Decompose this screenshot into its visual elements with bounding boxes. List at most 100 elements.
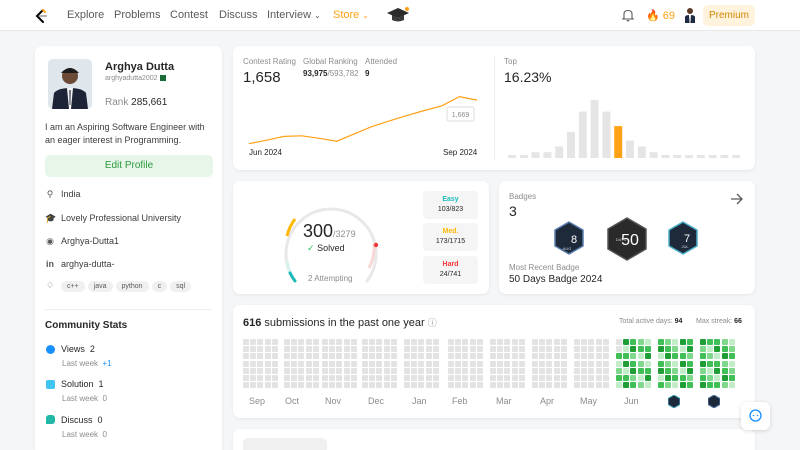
heatmap-cell[interactable] — [721, 375, 728, 381]
heatmap-cell[interactable] — [560, 375, 567, 381]
heatmap-cell[interactable] — [504, 353, 511, 360]
top-histogram[interactable] — [504, 92, 744, 160]
heatmap-cell[interactable] — [546, 360, 553, 367]
heatmap-cell[interactable] — [574, 367, 580, 374]
heatmap-cell[interactable] — [455, 353, 462, 360]
heatmap-cell[interactable] — [362, 339, 368, 345]
heatmap-cell[interactable] — [305, 346, 312, 353]
feedback-button[interactable] — [741, 402, 770, 430]
bell-icon[interactable] — [621, 8, 635, 22]
heatmap-cell[interactable] — [588, 353, 595, 360]
heatmap-cell[interactable] — [574, 339, 580, 345]
heatmap-cell[interactable] — [721, 353, 728, 360]
heatmap-cell[interactable] — [257, 346, 264, 353]
heatmap-cell[interactable] — [243, 367, 249, 374]
heatmap-cell[interactable] — [490, 367, 496, 374]
heatmap-cell[interactable] — [404, 353, 410, 360]
heatmap-cell[interactable] — [404, 346, 410, 353]
heatmap-cell[interactable] — [581, 353, 588, 360]
skill-tag[interactable]: java — [87, 281, 113, 292]
heatmap-cell[interactable] — [322, 346, 328, 353]
heatmap-cell[interactable] — [728, 367, 735, 374]
heatmap-cell[interactable] — [350, 382, 357, 389]
tab-recent-ac[interactable] — [243, 438, 327, 450]
heatmap-cell[interactable] — [376, 353, 383, 360]
heatmap-cell[interactable] — [546, 375, 553, 381]
heatmap-cell[interactable] — [243, 346, 249, 353]
heatmap-cell[interactable] — [679, 339, 686, 345]
heatmap-cell[interactable] — [462, 382, 469, 389]
heatmap-cell[interactable] — [369, 353, 376, 360]
heatmap-cell[interactable] — [511, 346, 518, 353]
heatmap-cell[interactable] — [602, 375, 609, 381]
heatmap-cell[interactable] — [511, 339, 518, 345]
heatmap-cell[interactable] — [644, 367, 651, 374]
user-avatar-icon[interactable] — [683, 7, 697, 23]
heatmap-cell[interactable] — [672, 353, 679, 360]
heatmap-cell[interactable] — [539, 339, 546, 345]
heatmap-cell[interactable] — [595, 367, 602, 374]
heatmap-cell[interactable] — [376, 367, 383, 374]
heatmap-cell[interactable] — [707, 375, 714, 381]
heatmap-cell[interactable] — [369, 339, 376, 345]
heatmap-cell[interactable] — [637, 346, 644, 353]
heatmap-cell[interactable] — [644, 339, 651, 345]
heatmap-cell[interactable] — [425, 367, 432, 374]
heatmap-cell[interactable] — [411, 353, 418, 360]
heatmap-cell[interactable] — [250, 367, 257, 374]
heatmap-cell[interactable] — [469, 375, 476, 381]
heatmap-cell[interactable] — [665, 339, 672, 345]
heatmap-cell[interactable] — [329, 339, 336, 345]
heatmap-cell[interactable] — [686, 382, 693, 389]
heatmap-cell[interactable] — [362, 375, 368, 381]
heatmap-cell[interactable] — [376, 360, 383, 367]
heatmap-cell[interactable] — [637, 375, 644, 381]
skill-tag[interactable]: c++ — [61, 281, 85, 292]
heatmap-cell[interactable] — [595, 346, 602, 353]
heatmap-cell[interactable] — [504, 346, 511, 353]
heatmap-cell[interactable] — [546, 367, 553, 374]
heatmap-cell[interactable] — [602, 353, 609, 360]
heatmap-cell[interactable] — [418, 353, 425, 360]
heatmap-cell[interactable] — [312, 367, 319, 374]
heatmap-cell[interactable] — [532, 339, 538, 345]
heatmap-cell[interactable] — [665, 382, 672, 389]
skill-tag[interactable]: c — [151, 281, 168, 292]
heatmap-cell[interactable] — [362, 382, 368, 389]
heatmap-cell[interactable] — [418, 346, 425, 353]
heatmap-cell[interactable] — [672, 382, 679, 389]
heatmap-cell[interactable] — [616, 360, 622, 367]
heatmap-cell[interactable] — [322, 339, 328, 345]
heatmap-cell[interactable] — [679, 353, 686, 360]
heatmap-cell[interactable] — [291, 367, 298, 374]
heatmap-cell[interactable] — [469, 382, 476, 389]
heatmap-cell[interactable] — [411, 382, 418, 389]
heatmap-cell[interactable] — [329, 353, 336, 360]
heatmap-cell[interactable] — [560, 360, 567, 367]
heatmap-cell[interactable] — [271, 375, 278, 381]
heatmap-cell[interactable] — [665, 375, 672, 381]
heatmap-cell[interactable] — [264, 353, 271, 360]
heatmap-cell[interactable] — [560, 346, 567, 353]
heatmap-cell[interactable] — [343, 367, 350, 374]
heatmap-cell[interactable] — [714, 367, 721, 374]
heatmap-cell[interactable] — [390, 353, 397, 360]
heatmap-cell[interactable] — [411, 367, 418, 374]
heatmap-cell[interactable] — [343, 375, 350, 381]
heatmap-cell[interactable] — [504, 382, 511, 389]
heatmap-cell[interactable] — [700, 346, 706, 353]
heatmap-cell[interactable] — [672, 360, 679, 367]
heatmap-cell[interactable] — [469, 339, 476, 345]
heatmap-cell[interactable] — [271, 339, 278, 345]
skill-tag[interactable]: sql — [170, 281, 192, 292]
heatmap-cell[interactable] — [343, 346, 350, 353]
heatmap-cell[interactable] — [284, 353, 290, 360]
heatmap-cell[interactable] — [658, 360, 664, 367]
heatmap-cell[interactable] — [553, 346, 560, 353]
heatmap-cell[interactable] — [376, 346, 383, 353]
heatmap-cell[interactable] — [343, 353, 350, 360]
heatmap-cell[interactable] — [305, 360, 312, 367]
heatmap-cell[interactable] — [672, 367, 679, 374]
heatmap-cell[interactable] — [665, 367, 672, 374]
heatmap-cell[interactable] — [644, 382, 651, 389]
